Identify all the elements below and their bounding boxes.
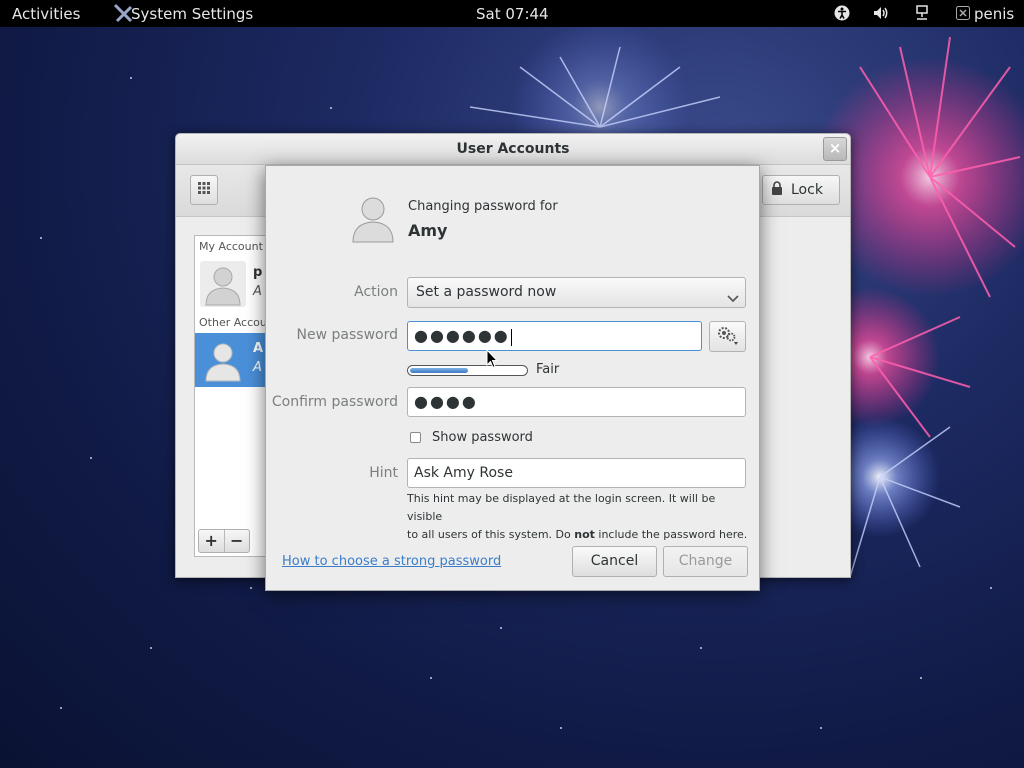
strong-password-help-link[interactable]: How to choose a strong password — [282, 554, 501, 569]
hint-help-line-1: This hint may be displayed at the login … — [407, 492, 716, 523]
accessibility-icon[interactable] — [833, 4, 851, 22]
changing-password-for: Changing password for — [408, 199, 558, 214]
target-username: Amy — [408, 221, 448, 240]
lock-label: Lock — [791, 182, 823, 198]
new-password-value: ●●●●●● — [414, 326, 510, 345]
new-password-label: New password — [296, 327, 398, 343]
cancel-button[interactable]: Cancel — [572, 546, 657, 577]
confirm-password-field[interactable]: ●●●● — [407, 387, 746, 417]
password-strength-bar — [407, 365, 528, 376]
hint-value: Ask Amy Rose — [414, 465, 513, 481]
chevron-down-icon — [727, 286, 739, 303]
user-status-icon[interactable] — [954, 4, 972, 22]
user-type: A — [253, 360, 262, 375]
user-name: A — [253, 341, 264, 356]
user-menu[interactable]: penis — [974, 5, 1014, 23]
action-value: Set a password now — [416, 284, 557, 300]
top-bar: Activities System Settings Sat 07:44 pen… — [0, 0, 1024, 27]
text-caret — [510, 328, 512, 346]
user-name: p — [253, 265, 263, 280]
mouse-cursor-icon — [486, 348, 499, 369]
show-password-label[interactable]: Show password — [432, 430, 533, 445]
hint-help-line-2a: to all users of this system. Do — [407, 528, 575, 541]
lock-icon — [771, 181, 783, 199]
hint-help-line-2b: include the password here. — [594, 528, 748, 541]
new-password-field[interactable]: ●●●●●● — [407, 321, 702, 351]
my-account-header: My Account — [199, 240, 263, 253]
close-button[interactable]: × — [823, 137, 847, 161]
change-button[interactable]: Change — [663, 546, 748, 577]
hint-help-text: This hint may be displayed at the login … — [407, 490, 752, 544]
strength-fill — [410, 368, 468, 373]
clock[interactable]: Sat 07:44 — [476, 5, 549, 23]
grid-icon — [198, 182, 210, 198]
remove-user-button[interactable]: − — [225, 530, 250, 552]
network-icon[interactable] — [913, 4, 931, 22]
account-buttons: + − — [198, 529, 250, 553]
lock-button[interactable]: Lock — [762, 175, 840, 205]
hint-help-bold: not — [574, 528, 595, 541]
change-password-dialog: Changing password for Amy Action Set a p… — [265, 165, 760, 591]
show-all-settings-button[interactable] — [190, 175, 218, 205]
user-avatar-icon — [350, 194, 396, 244]
hint-field[interactable]: Ask Amy Rose — [407, 458, 746, 488]
window-title: User Accounts — [176, 134, 850, 165]
hint-label: Hint — [369, 465, 398, 481]
strength-label: Fair — [536, 362, 560, 377]
app-menu[interactable]: System Settings — [131, 5, 253, 23]
generate-password-button[interactable] — [709, 321, 746, 352]
show-password-checkbox[interactable] — [410, 432, 421, 443]
confirm-password-value: ●●●● — [414, 392, 478, 411]
action-label: Action — [354, 284, 398, 300]
avatar — [200, 261, 246, 307]
add-user-button[interactable]: + — [199, 530, 225, 552]
confirm-password-label: Confirm password — [271, 394, 398, 410]
avatar — [200, 337, 246, 383]
volume-icon[interactable] — [872, 4, 890, 22]
gears-icon — [715, 324, 741, 350]
action-dropdown[interactable]: Set a password now — [407, 277, 746, 308]
activities-button[interactable]: Activities — [12, 5, 80, 23]
